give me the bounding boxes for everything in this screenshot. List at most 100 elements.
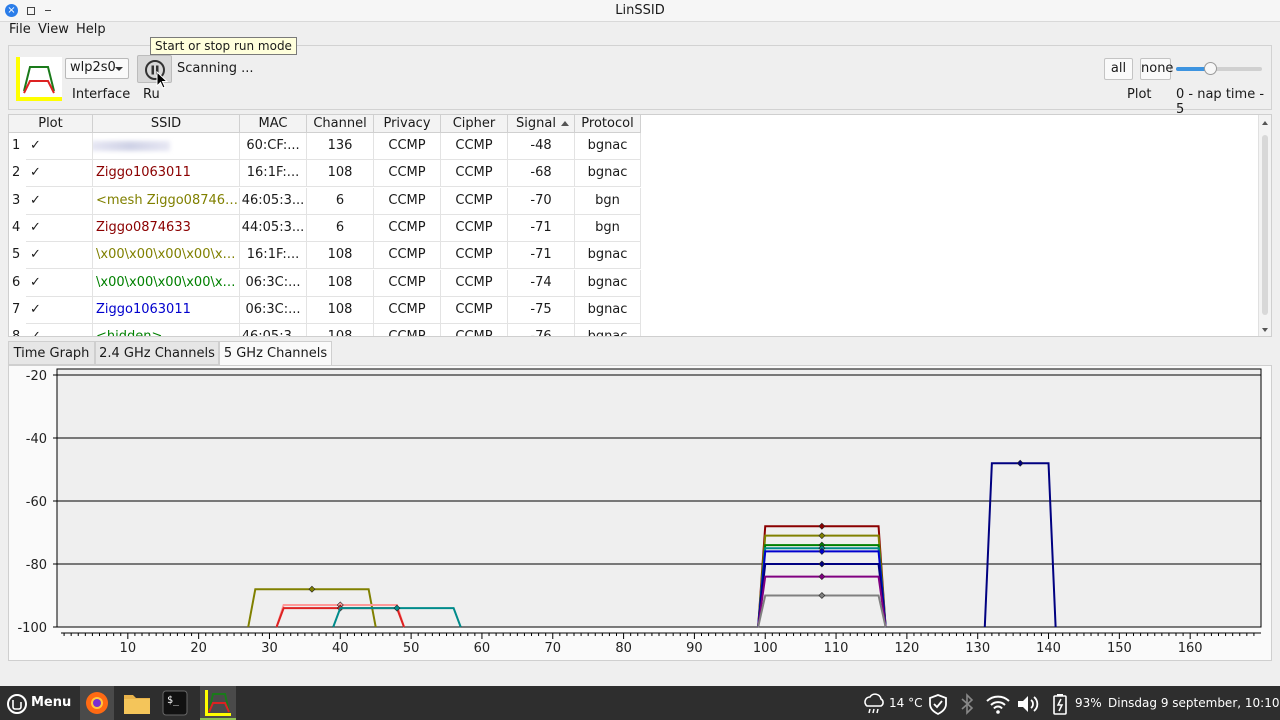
cell-channel: 108 bbox=[307, 242, 374, 270]
clock[interactable]: Dinsdag 9 september, 10:10 bbox=[1108, 696, 1279, 710]
cell-ssid: <hidden> bbox=[93, 324, 240, 336]
row-number: 7 bbox=[9, 296, 26, 324]
cell-mac: 46:05:3... bbox=[240, 324, 307, 336]
table-row[interactable]: 8 ✓ <hidden> 46:05:3... 108 CCMP CCMP -76 bgnac bbox=[9, 324, 641, 336]
interface-select[interactable]: wlp2s0 bbox=[65, 58, 129, 79]
x-tick-label: 120 bbox=[894, 641, 919, 656]
x-tick-label: 50 bbox=[403, 641, 420, 656]
bluetooth-icon[interactable] bbox=[958, 693, 976, 715]
wifi-icon[interactable] bbox=[985, 693, 1011, 715]
row-number: 8 bbox=[9, 324, 26, 336]
plot-checkbox[interactable]: ✓ bbox=[30, 247, 41, 262]
cell-cipher: CCMP bbox=[441, 269, 508, 297]
cell-signal: -71 bbox=[508, 242, 575, 270]
plot-checkbox[interactable]: ✓ bbox=[30, 275, 41, 290]
volume-icon[interactable] bbox=[1016, 693, 1042, 715]
plot-all-button[interactable]: all bbox=[1104, 58, 1133, 80]
plot-checkbox[interactable]: ✓ bbox=[30, 329, 41, 336]
cell-channel: 108 bbox=[307, 296, 374, 324]
ssid-table: Plot SSID MAC Channel Privacy Cipher Sig… bbox=[8, 114, 1272, 337]
plot-checkbox[interactable]: ✓ bbox=[30, 302, 41, 317]
table-scrollbar[interactable] bbox=[1258, 115, 1271, 336]
table-header: Plot SSID MAC Channel Privacy Cipher Sig… bbox=[9, 115, 641, 133]
table-row[interactable]: 7 ✓ Ziggo1063011 06:3C:... 108 CCMP CCMP -75 bgn… bbox=[9, 296, 641, 324]
cell-privacy: CCMP bbox=[374, 242, 441, 270]
tab-5ghz-channels[interactable]: 5 GHz Channels bbox=[219, 341, 332, 366]
plot-checkbox[interactable]: ✓ bbox=[30, 165, 41, 180]
redacted-ssid bbox=[93, 140, 170, 151]
plot-none-button[interactable]: none bbox=[1140, 58, 1173, 80]
table-row[interactable]: 6 ✓ \x00\x00\x00\x00\x00... 06:3C:... 108 CCM… bbox=[9, 269, 641, 297]
table-row[interactable]: 1 ✓ 60:CF:... 136 CCMP CCMP -48 bgnac bbox=[9, 133, 641, 160]
scroll-down-icon[interactable] bbox=[1262, 328, 1268, 332]
x-tick-label: 150 bbox=[1107, 641, 1132, 656]
cell-signal: -71 bbox=[508, 214, 575, 242]
x-tick-label: 60 bbox=[474, 641, 491, 656]
cell-channel: 6 bbox=[307, 214, 374, 242]
nap-time-label: 0 - nap time - 5 bbox=[1176, 87, 1265, 117]
cell-privacy: CCMP bbox=[374, 214, 441, 242]
taskbar-menu-label[interactable]: Menu bbox=[31, 695, 71, 710]
files-folder-icon[interactable] bbox=[122, 690, 152, 716]
cell-ssid: Ziggo0874633 bbox=[93, 214, 240, 242]
terminal-icon[interactable]: $_ bbox=[162, 690, 188, 716]
battery-percentage[interactable]: 93% bbox=[1075, 696, 1102, 710]
x-tick-label: 40 bbox=[332, 641, 349, 656]
table-row[interactable]: 5 ✓ \x00\x00\x00\x00\x00... 16:1F:... 108 CCM… bbox=[9, 242, 641, 270]
x-tick-label: 10 bbox=[120, 641, 137, 656]
tab-2-4ghz-channels[interactable]: 2.4 GHz Channels bbox=[95, 341, 219, 365]
header-protocol[interactable]: Protocol bbox=[575, 115, 641, 133]
plot-checkbox[interactable]: ✓ bbox=[30, 220, 41, 235]
scroll-up-icon[interactable] bbox=[1262, 121, 1268, 125]
title-bar: × LinSSID bbox=[0, 0, 1280, 22]
row-number: 6 bbox=[9, 269, 26, 297]
plot-checkbox[interactable]: ✓ bbox=[30, 193, 41, 208]
cell-ssid: \x00\x00\x00\x00\x00... bbox=[93, 242, 240, 270]
cell-plot: ✓ bbox=[26, 214, 93, 242]
plot-label: Plot bbox=[1127, 87, 1152, 102]
header-cipher[interactable]: Cipher bbox=[441, 115, 508, 133]
table-row[interactable]: 3 ✓ <mesh Ziggo0874633> 46:05:3... 6 CCMP CCMP… bbox=[9, 187, 641, 215]
taskbar-linssid[interactable] bbox=[200, 686, 236, 720]
tab-time-graph[interactable]: Time Graph bbox=[8, 341, 95, 365]
x-tick-label: 140 bbox=[1036, 641, 1061, 656]
cell-privacy: CCMP bbox=[374, 160, 441, 188]
cell-cipher: CCMP bbox=[441, 324, 508, 336]
header-ssid[interactable]: SSID bbox=[93, 115, 240, 133]
scan-status: Scanning ... bbox=[177, 61, 254, 76]
nap-time-slider[interactable] bbox=[1176, 62, 1262, 75]
cell-cipher: CCMP bbox=[441, 133, 508, 160]
weather-cloud-rain-icon[interactable] bbox=[862, 693, 886, 715]
cell-protocol: bgn bbox=[575, 187, 641, 215]
table-row[interactable]: 2 ✓ Ziggo1063011 16:1F:... 108 CCMP CCMP -68 bgn… bbox=[9, 160, 641, 188]
cell-plot: ✓ bbox=[26, 296, 93, 324]
menu-help[interactable]: Help bbox=[76, 22, 106, 37]
cell-signal: -74 bbox=[508, 269, 575, 297]
menu-file[interactable]: File bbox=[9, 22, 31, 37]
cell-mac: 16:1F:... bbox=[240, 160, 307, 188]
table-row[interactable]: 4 ✓ Ziggo0874633 44:05:3... 6 CCMP CCMP -71 bgn bbox=[9, 214, 641, 242]
header-privacy[interactable]: Privacy bbox=[374, 115, 441, 133]
menu-view[interactable]: View bbox=[38, 22, 69, 37]
battery-charging-icon[interactable] bbox=[1048, 692, 1072, 716]
header-channel[interactable]: Channel bbox=[307, 115, 374, 133]
header-signal[interactable]: Signal bbox=[508, 115, 575, 133]
window-title: LinSSID bbox=[615, 3, 665, 18]
x-tick-label: 160 bbox=[1178, 641, 1203, 656]
cell-protocol: bgnac bbox=[575, 133, 641, 160]
cell-privacy: CCMP bbox=[374, 324, 441, 336]
cell-cipher: CCMP bbox=[441, 214, 508, 242]
shield-icon[interactable] bbox=[927, 693, 949, 715]
plot-checkbox[interactable]: ✓ bbox=[30, 138, 41, 153]
cell-mac: 16:1F:... bbox=[240, 242, 307, 270]
header-mac[interactable]: MAC bbox=[240, 115, 307, 133]
channel-graph-panel: -20 -40 -60 -80 -100 10 20 30 40 50 60 70 80 90 100 110… bbox=[8, 365, 1272, 661]
mint-menu-icon[interactable] bbox=[6, 693, 28, 715]
table-scrollbar-thumb[interactable] bbox=[1262, 135, 1268, 315]
header-plot[interactable]: Plot bbox=[9, 115, 93, 133]
row-number: 3 bbox=[9, 187, 26, 215]
taskbar-firefox[interactable] bbox=[80, 686, 114, 720]
cell-mac: 44:05:3... bbox=[240, 214, 307, 242]
nap-time-slider-handle[interactable] bbox=[1204, 62, 1218, 75]
weather-temperature[interactable]: 14 °C bbox=[889, 696, 922, 710]
